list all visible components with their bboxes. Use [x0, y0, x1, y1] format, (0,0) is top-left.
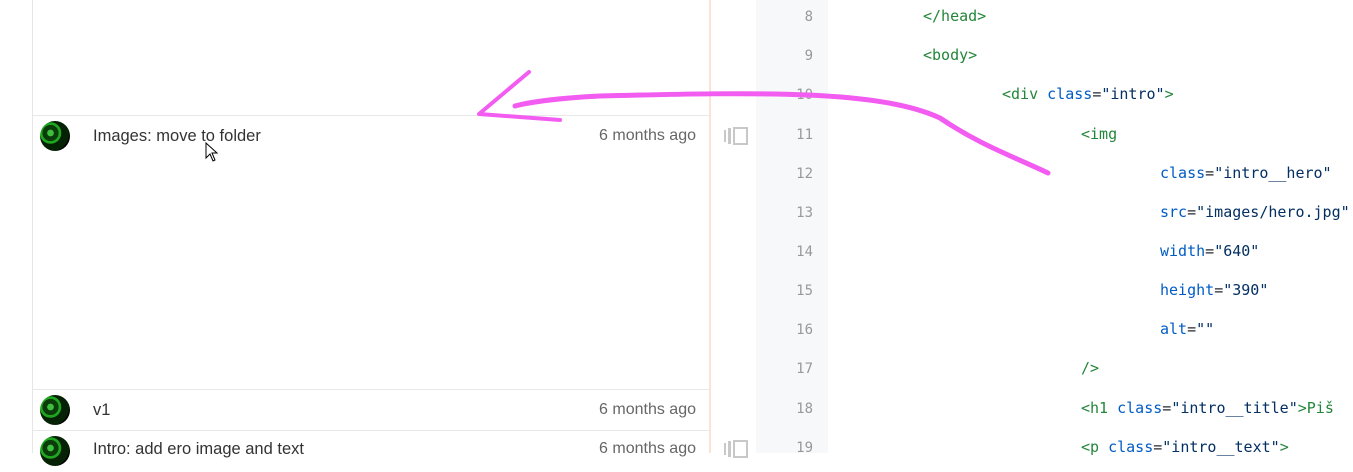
- code-line: width="640": [1160, 242, 1260, 260]
- code-tag: />: [1081, 359, 1100, 377]
- code-tag: <img: [1081, 125, 1118, 143]
- line-number[interactable]: 19: [756, 440, 813, 456]
- line-number[interactable]: 14: [756, 244, 813, 260]
- commit-message-link[interactable]: Images: move to folder: [93, 127, 261, 146]
- code-line: src="images/hero.jpg": [1160, 203, 1350, 221]
- code-attr: src: [1160, 203, 1188, 221]
- code-line: height="390": [1160, 281, 1269, 299]
- code-line: <img: [1081, 125, 1117, 143]
- code-string: "intro": [1101, 85, 1165, 103]
- code-line: </head>: [923, 7, 986, 25]
- code-string: "390": [1223, 281, 1269, 299]
- code-string: "": [1196, 320, 1215, 338]
- line-number-gutter: [756, 0, 828, 453]
- code-string: "intro__text": [1162, 438, 1280, 456]
- code-line: <div class="intro">: [1002, 85, 1174, 103]
- code-line: />: [1081, 359, 1099, 377]
- code-tag: <body>: [923, 46, 978, 64]
- commit-block: Images: move to folder 6 months ago: [33, 115, 709, 390]
- code-tag: <h1: [1081, 399, 1109, 417]
- blame-divider: [709, 0, 711, 453]
- code-attr: height: [1160, 281, 1215, 299]
- line-number[interactable]: 11: [756, 127, 813, 143]
- code-tag: <div: [1002, 85, 1039, 103]
- code-line: <p class="intro__text">: [1081, 438, 1289, 456]
- code-attr: alt: [1160, 320, 1188, 338]
- commit-block: Intro: add ero image and text 6 months a…: [33, 430, 709, 472]
- avatar[interactable]: [40, 395, 70, 425]
- line-number[interactable]: 13: [756, 205, 813, 221]
- commit-block: v1 6 months ago: [33, 389, 709, 431]
- code-string: "intro__title": [1171, 399, 1298, 417]
- line-number[interactable]: 9: [756, 48, 813, 64]
- line-number[interactable]: 15: [756, 283, 813, 299]
- avatar[interactable]: [40, 121, 70, 151]
- code-line: alt="": [1160, 320, 1215, 338]
- commit-age: 6 months ago: [599, 401, 696, 418]
- code-line: <h1 class="intro__title">Piš: [1081, 399, 1334, 417]
- history-icon[interactable]: [723, 127, 749, 145]
- line-number[interactable]: 16: [756, 322, 813, 338]
- code-tag: <p: [1081, 438, 1100, 456]
- commit-message-link[interactable]: Intro: add ero image and text: [93, 440, 304, 459]
- code-string: "images/hero.jpg": [1196, 203, 1350, 221]
- commit-age: 6 months ago: [599, 440, 696, 457]
- history-icon[interactable]: [723, 440, 749, 458]
- line-number[interactable]: 18: [756, 401, 813, 417]
- code-attr: width: [1160, 242, 1206, 260]
- commit-age: 6 months ago: [599, 127, 696, 144]
- commit-message-link[interactable]: v1: [93, 401, 110, 420]
- code-line: <body>: [923, 46, 977, 64]
- code-string: "intro__hero": [1214, 164, 1332, 182]
- blame-panel: Images: move to folder 6 months ago v1 6…: [33, 0, 709, 472]
- code-attr: class: [1117, 399, 1163, 417]
- line-number[interactable]: 12: [756, 166, 813, 182]
- avatar[interactable]: [40, 436, 70, 466]
- code-string: "640": [1214, 242, 1260, 260]
- code-attr: class: [1108, 438, 1154, 456]
- code-attr: class: [1160, 164, 1206, 182]
- code-attr: class: [1047, 85, 1093, 103]
- line-number[interactable]: 8: [756, 9, 813, 25]
- code-tag: </head>: [923, 7, 987, 25]
- line-number[interactable]: 17: [756, 361, 813, 377]
- line-number[interactable]: 10: [756, 87, 813, 103]
- code-line: class="intro__hero": [1160, 164, 1332, 182]
- left-gutter: [0, 0, 33, 453]
- mouse-cursor-icon: [205, 142, 219, 162]
